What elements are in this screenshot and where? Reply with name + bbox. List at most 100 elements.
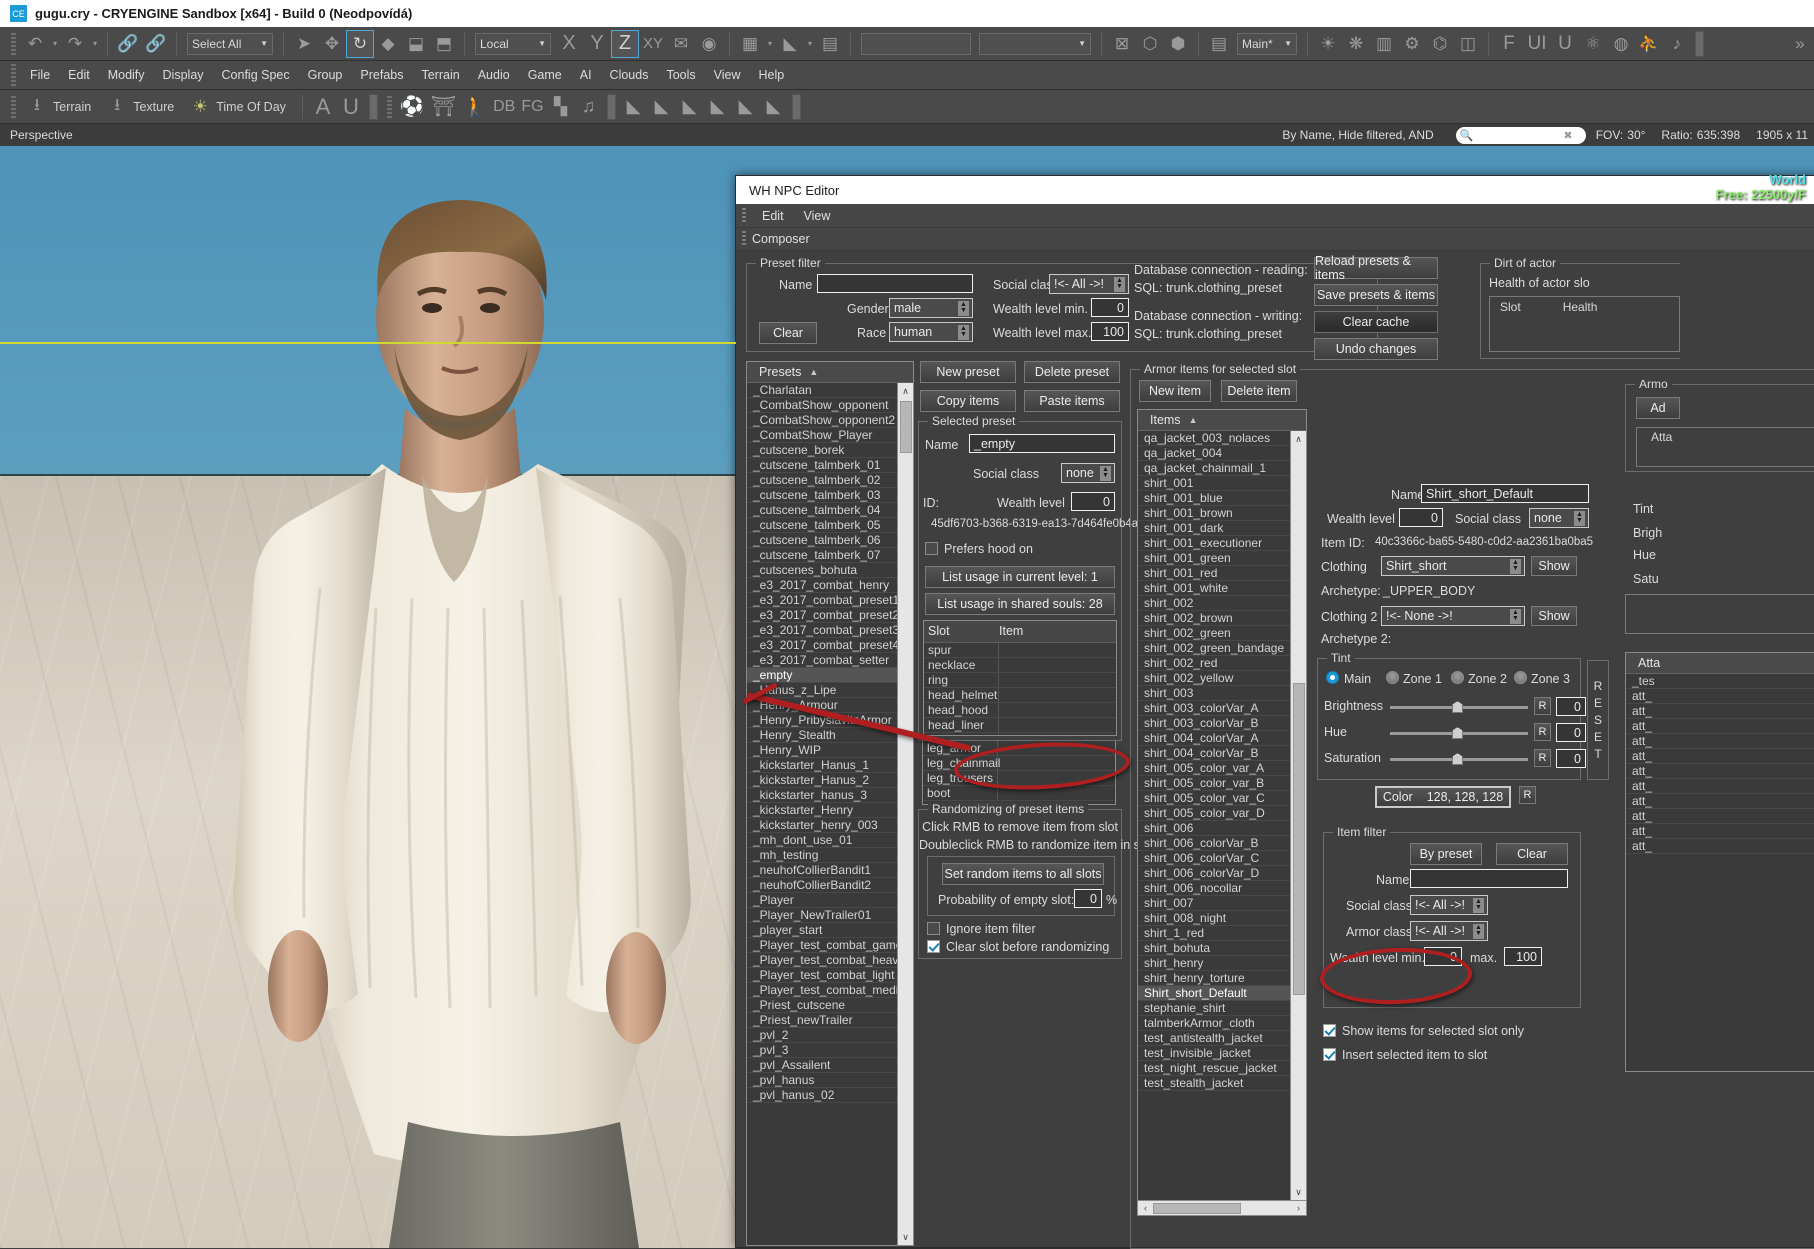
menu-clouds[interactable]: Clouds <box>601 61 658 90</box>
object-icon[interactable]: ⬡ <box>1136 30 1164 58</box>
object2-icon[interactable]: ⬢ <box>1164 30 1192 58</box>
selected-preset-name-input[interactable]: _empty <box>969 434 1115 453</box>
scroll-down-icon[interactable]: ∨ <box>1291 1184 1306 1200</box>
font-u-icon[interactable]: U <box>337 93 365 121</box>
toolbar5-overflow-handle[interactable] <box>791 93 801 120</box>
composer-grip[interactable] <box>742 231 746 247</box>
list-item[interactable]: qa_jacket_003_nolaces <box>1138 431 1306 446</box>
list-item[interactable]: shirt_007 <box>1138 896 1306 911</box>
insert-selected-item-checkbox[interactable] <box>1323 1048 1336 1061</box>
new-item-button[interactable]: New item <box>1139 380 1211 402</box>
toolbar3-overflow-handle[interactable] <box>368 93 378 120</box>
search-field[interactable] <box>1473 128 1564 142</box>
table-row[interactable]: ring <box>924 673 1116 688</box>
menu-edit[interactable]: Edit <box>59 61 99 90</box>
list-item[interactable]: qa_jacket_004 <box>1138 446 1306 461</box>
list-item[interactable]: _Player_test_combat_gamescom <box>747 938 913 953</box>
hue-value[interactable]: 0 <box>1556 723 1586 742</box>
slider-knob[interactable] <box>1452 753 1463 765</box>
presets-listbox[interactable]: Presets ▲ _Charlatan _CombatShow_opponent… <box>746 361 914 1246</box>
undo-dropdown-icon[interactable]: ▾ <box>49 30 61 58</box>
list-item[interactable]: _Henry_WIP <box>747 743 913 758</box>
list-item[interactable]: test_antistealth_jacket <box>1138 1031 1306 1046</box>
goto-icon[interactable]: ⊠ <box>1108 30 1136 58</box>
table-row[interactable]: leg_chainmail <box>923 756 1115 771</box>
grid9-icon[interactable]: ▚ <box>547 93 575 121</box>
move-icon[interactable]: ✥ <box>318 30 346 58</box>
list-item[interactable]: shirt_001_blue <box>1138 491 1306 506</box>
entity-icon[interactable]: ⚙ <box>1398 30 1426 58</box>
list-item[interactable]: shirt_002 <box>1138 596 1306 611</box>
time-of-day-button[interactable]: ☀ Time Of Day <box>184 93 296 121</box>
axis-x-button[interactable]: X <box>555 30 583 58</box>
list-item[interactable]: shirt_002_green_bandage <box>1138 641 1306 656</box>
list-item[interactable]: shirt_001_white <box>1138 581 1306 596</box>
presets-scrollbar[interactable]: ∧ ∨ <box>897 383 913 1245</box>
show-items-selected-slot-checkbox[interactable] <box>1323 1024 1336 1037</box>
list-item[interactable]: _cutscene_talmberk_02 <box>747 473 913 488</box>
menu-tools[interactable]: Tools <box>657 61 704 90</box>
spinner-icon[interactable]: ▲ ▼ <box>1472 896 1485 914</box>
usage-shared-souls-button[interactable]: List usage in shared souls: 28 <box>925 593 1115 615</box>
list-item[interactable]: test_stealth_jacket <box>1138 1076 1306 1091</box>
menu-view[interactable]: View <box>705 61 750 90</box>
presets-list-header[interactable]: Presets ▲ <box>747 362 913 383</box>
list-item[interactable]: _pvl_hanus <box>747 1073 913 1088</box>
ui-icon[interactable]: UI <box>1523 30 1551 58</box>
item-filter-wealth-max-input[interactable]: 100 <box>1504 947 1542 966</box>
list-item[interactable]: _cutscene_talmberk_01 <box>747 458 913 473</box>
hscrollbar-thumb[interactable] <box>1153 1202 1241 1214</box>
list-item[interactable]: _mh_testing <box>747 848 913 863</box>
toolbar4-grip[interactable] <box>386 95 392 118</box>
list-item[interactable]: _pvl_3 <box>747 1043 913 1058</box>
list-item[interactable]: test_invisible_jacket <box>1138 1046 1306 1061</box>
table-row[interactable]: sleeves <box>924 733 1116 735</box>
axis-y-button[interactable]: Y <box>583 30 611 58</box>
list-item[interactable]: _CombatShow_opponent <box>747 398 913 413</box>
list-item[interactable]: shirt_003_colorVar_B <box>1138 716 1306 731</box>
list-item[interactable]: shirt_005_color_var_C <box>1138 791 1306 806</box>
dialog-menu-grip[interactable] <box>742 207 746 224</box>
vegetation-icon[interactable]: ◣ <box>776 30 804 58</box>
list-item[interactable]: _mh_dont_use_01 <box>747 833 913 848</box>
attachments-listbox[interactable]: Atta _tes att_ att_ att_ att_ att_ att_ att_ att… <box>1625 652 1814 1072</box>
list-item[interactable]: _Player_NewTrailer01 <box>747 908 913 923</box>
character-icon[interactable]: 🚶 <box>459 93 490 121</box>
list-item[interactable]: shirt_003_colorVar_A <box>1138 701 1306 716</box>
reload-presets-button[interactable]: Reload presets & items <box>1314 254 1438 282</box>
toolbar4-overflow-handle[interactable] <box>606 93 616 120</box>
list-item[interactable]: shirt_001_dark <box>1138 521 1306 536</box>
color-button[interactable]: Color 128, 128, 128 <box>1375 786 1511 808</box>
list-item[interactable]: shirt_001_brown <box>1138 506 1306 521</box>
attachment-list-top[interactable]: Atta <box>1636 427 1814 467</box>
scale-icon[interactable]: ◆ <box>374 30 402 58</box>
align-left-icon[interactable]: ▤ <box>816 30 844 58</box>
list-item[interactable]: att_ <box>1626 824 1814 839</box>
list-item[interactable]: shirt_004_colorVar_A <box>1138 731 1306 746</box>
item-social-class-combo[interactable]: none ▲ ▼ <box>1529 508 1589 528</box>
dirt-health-table[interactable]: Slot Health <box>1489 296 1680 352</box>
clear-search-icon[interactable]: ✖ <box>1563 129 1572 142</box>
terrain-button[interactable]: ⭳ Terrain <box>21 93 101 121</box>
camera-icon[interactable]: ◉ <box>695 30 723 58</box>
selected-preset-social-class-combo[interactable]: none ▲ ▼ <box>1061 463 1115 483</box>
particle-icon[interactable]: ❋ <box>1342 30 1370 58</box>
clear-slot-before-checkbox[interactable] <box>927 940 940 953</box>
menu-config-spec[interactable]: Config Spec <box>213 61 299 90</box>
triangle-icon[interactable]: ◣ <box>760 93 788 121</box>
list-item[interactable]: _Priest_newTrailer <box>747 1013 913 1028</box>
filter-clear-button[interactable]: Clear <box>1496 843 1568 865</box>
list-item[interactable]: _player_start <box>747 923 913 938</box>
list-item[interactable]: shirt_002_green <box>1138 626 1306 641</box>
list-item[interactable]: _kickstarter_henry_003 <box>747 818 913 833</box>
toolbar-overflow-handle[interactable] <box>1695 30 1704 57</box>
list-item[interactable]: att_ <box>1626 764 1814 779</box>
list-item[interactable]: shirt_002_brown <box>1138 611 1306 626</box>
list-item[interactable]: talmberkArmor_cloth <box>1138 1016 1306 1031</box>
list-item[interactable]: _Henry_PribyslavitzArmor <box>747 713 913 728</box>
list-item[interactable]: _neuhofCollierBandit2 <box>747 878 913 893</box>
list-item[interactable]: att_ <box>1626 779 1814 794</box>
armor-items-listbox[interactable]: Items ▲ qa_jacket_003_nolaces qa_jacket_0… <box>1137 409 1307 1216</box>
list-item[interactable]: _CombatShow_opponent2 <box>747 413 913 428</box>
npc-character-model[interactable] <box>150 168 770 1248</box>
